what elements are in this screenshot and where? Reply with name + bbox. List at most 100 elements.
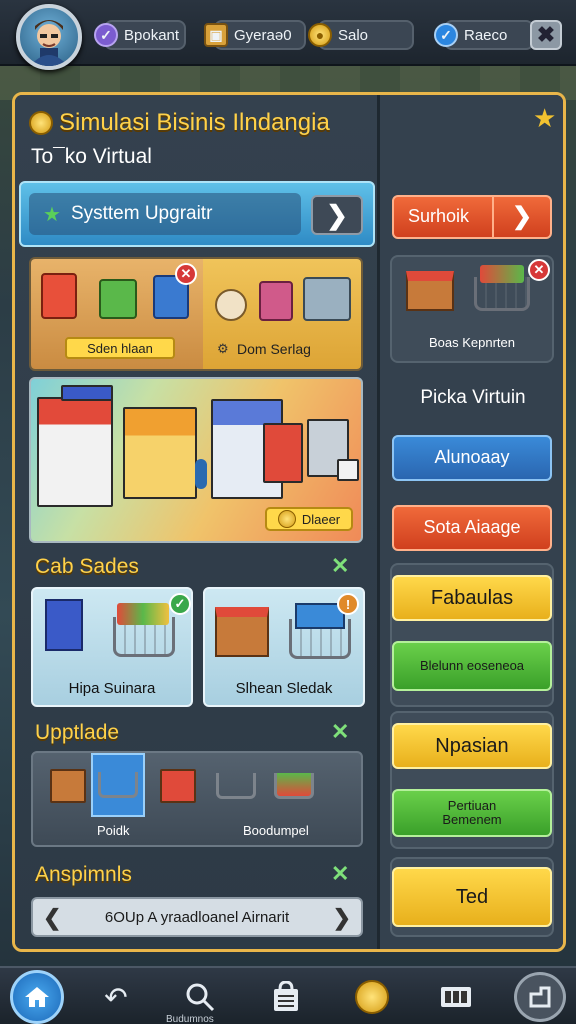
shop-left-label[interactable]: Sden hlaan [65,337,175,359]
check-badge-icon: ✓ [94,23,118,47]
city-action-button[interactable]: Dlaeer [265,507,353,531]
truck-icon [337,459,359,481]
upgrade-item-caption-1: Poidk [97,823,130,838]
remove-badge-icon[interactable]: ✕ [175,263,197,285]
upgrade-banner-label-box: ★ Systtem Upgraitr [29,193,301,235]
close-button[interactable]: ✖ [530,20,562,50]
exit-icon[interactable] [514,972,566,1022]
product-box-icon[interactable] [259,281,293,321]
store-card-caption: Boas Kepnrten [428,335,515,350]
city-action-label: Dlaeer [301,511,341,527]
sidebar-button-6[interactable]: Pertiuan Bemenem [392,789,552,837]
stat-label-4: Raeco [464,26,508,44]
sidebar-button-3[interactable]: Fabaulas [392,575,552,621]
surhoik-label: Surhoik [408,206,470,227]
back-arrow-icon[interactable]: ↶ [90,972,142,1022]
home-glyph [25,987,49,1007]
blue-check-icon: ✓ [434,23,458,47]
cash-card-2-caption: Slhean Sledak [235,680,333,697]
main-window: Simulasi Bisinis Ilndangia To¯ko Virtual… [12,92,566,952]
page-title-text: Simulasi Bisinis Ilndangia [59,109,330,136]
building-store-icon[interactable] [263,423,303,483]
building-shop-icon[interactable] [37,397,113,507]
cash-card-1[interactable]: ✓ Hipa Suinara [31,587,193,707]
stat-pill-3[interactable]: ● Salo [308,20,414,50]
check-badge-icon: ✓ [169,593,191,615]
cash-section-close-icon[interactable]: ✕ [331,553,349,579]
nav-search-label: Budumnos [166,1014,214,1024]
shop-items-panel: ✕ Sden hlaan ⚙ Dom Serlag [29,257,363,371]
coin-icon [29,111,53,135]
upgrade-banner-label: Systtem Upgraitr [70,203,213,224]
stat-label-2: Gyeraə0 [234,26,292,44]
stat-pill-1[interactable]: ✓ Bpokant [94,20,186,50]
building-market-icon[interactable] [123,407,197,499]
upgrade-section-title: Upptlade [35,721,120,744]
sidebar-button-1[interactable]: Alunoaay [392,435,552,481]
bottom-nav: ↶ [0,966,576,1024]
shop-left-panel: ✕ Sden hlaan [31,259,203,369]
food-plate-icon[interactable] [215,289,247,321]
groceries-icon [117,603,169,625]
city-scene-panel: Dlaeer [29,377,363,543]
shop-sign-icon [61,385,113,401]
upgrade-item-cart[interactable] [209,757,263,815]
full-cart-icon [274,773,314,799]
upgrade-banner-arrow-button[interactable]: ❯ [311,195,363,235]
groceries-icon [480,265,524,283]
product-box-icon[interactable] [99,279,137,319]
store-card[interactable]: ✕ Boas Kepnrten [390,255,554,363]
prev-arrow-icon[interactable]: ❮ [43,905,61,931]
exit-glyph [529,986,551,1008]
coin-rocket-icon[interactable] [346,972,398,1022]
surhoik-arrow-icon: ❯ [492,197,550,237]
market-stall-icon [215,607,269,657]
crate-icon: ▣ [204,23,228,47]
surhoik-button[interactable]: Surhoik ❯ [392,195,552,239]
sidebar-button-2[interactable]: Sota Aiaage [392,505,552,551]
cash-section-title: Cab Sades [35,555,139,578]
film-glyph [441,987,471,1007]
upgrade-section-close-icon[interactable]: ✕ [331,719,349,745]
sidebar-button-5[interactable]: Npasian [392,723,552,769]
gear-icon: ⚙ [217,341,229,356]
vending-machine-icon[interactable] [303,277,351,321]
upgrade-item-shelf[interactable] [41,757,95,815]
home-icon[interactable] [10,970,64,1024]
shopping-cart-icon [98,772,138,798]
shop-right-panel: ⚙ Dom Serlag [203,259,361,369]
top-bar: ✓ Bpokant ▣ Gyeraə0 ● Salo ✓ Raeco ✖ [0,0,576,70]
page-title: Simulasi Bisinis Ilndangia [29,109,330,137]
remove-badge-icon[interactable]: ✕ [528,259,550,281]
achievements-section-title: Anspimnls [35,863,132,886]
upgrade-items-strip: Poidk Boodumpel [31,751,363,847]
next-arrow-icon[interactable]: ❯ [333,905,351,931]
stat-pill-4[interactable]: ✓ Raeco [434,20,534,50]
stat-label-3: Salo [338,26,369,44]
upgrade-item-cart-selected[interactable] [91,753,145,817]
product-box-icon[interactable] [41,273,77,319]
sidebar-button-4[interactable]: Blelunn eoseneoa [392,641,552,691]
system-upgrade-banner[interactable]: ★ Systtem Upgraitr ❯ [19,181,375,247]
cash-card-2[interactable]: ! Slhean Sledak [203,587,365,707]
player-avatar[interactable] [16,4,82,70]
shopping-bag-icon[interactable] [260,972,312,1022]
film-icon[interactable] [430,972,482,1022]
stat-pill-2[interactable]: ▣ Gyeraə0 [204,20,306,50]
book-icon [45,599,83,651]
info-badge-icon: ! [337,593,359,615]
upgrade-item-stall[interactable] [151,757,205,815]
sidebar-section-title: Picka Virtuin [420,387,526,408]
sidebar-button-7[interactable]: Ted [392,867,552,927]
left-column: Simulasi Bisinis Ilndangia To¯ko Virtual… [15,95,377,949]
star-icon: ★ [43,203,61,226]
shelf-icon [50,769,86,803]
bag-glyph [274,981,298,1011]
favorite-star-icon[interactable]: ★ [533,103,556,134]
cash-card-1-caption: Hipa Suinara [68,680,156,697]
upgrade-item-cart-full[interactable] [267,757,321,815]
achievements-section-close-icon[interactable]: ✕ [331,861,349,887]
upgrade-item-caption-2: Boodumpel [243,823,309,838]
page-subtitle: To¯ko Virtual [31,145,152,168]
search-glyph [186,983,215,1012]
